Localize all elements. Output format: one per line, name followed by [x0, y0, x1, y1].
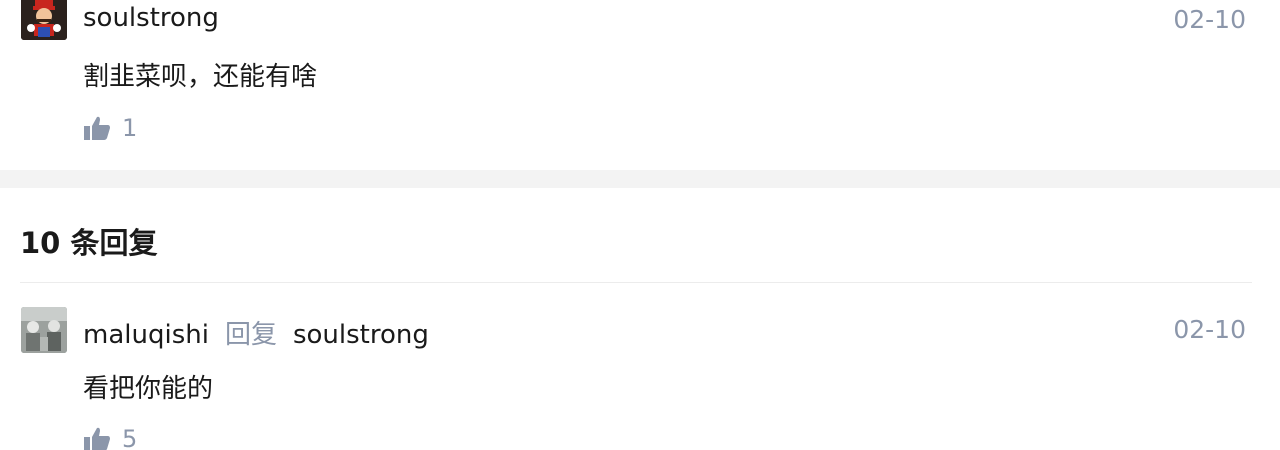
section-divider — [0, 170, 1280, 188]
reply-header: maluqishi 回复 soulstrong — [83, 314, 429, 351]
mario-avatar-icon — [21, 0, 67, 40]
username[interactable]: soulstrong — [83, 3, 219, 33]
thumbs-up-icon — [84, 116, 110, 140]
username[interactable]: maluqishi — [83, 320, 209, 350]
reply-text: 看把你能的 — [83, 374, 214, 404]
divider-line — [20, 282, 1252, 283]
reply-label: 回复 — [224, 320, 277, 350]
comment-header: soulstrong — [83, 3, 219, 33]
like-count: 1 — [122, 114, 138, 142]
reply-item: maluqishi 回复 soulstrong 02-10 看把你能的 5 — [0, 298, 1280, 450]
replies-count-heading: 10 条回复 — [20, 226, 158, 260]
like-button[interactable]: 5 — [84, 425, 137, 450]
like-count: 5 — [122, 425, 138, 450]
photo-avatar-icon — [21, 307, 67, 353]
comment-text: 割韭菜呗，还能有啥 — [83, 62, 318, 92]
comment-date: 02-10 — [1173, 5, 1246, 34]
reply-date: 02-10 — [1173, 315, 1246, 344]
user-avatar[interactable] — [21, 307, 67, 353]
user-avatar[interactable] — [21, 0, 67, 40]
like-button[interactable]: 1 — [84, 114, 137, 142]
comment-item: soulstrong 02-10 割韭菜呗，还能有啥 1 — [0, 0, 1280, 170]
reply-to-username[interactable]: soulstrong — [293, 320, 429, 350]
thumbs-up-icon — [84, 427, 110, 450]
